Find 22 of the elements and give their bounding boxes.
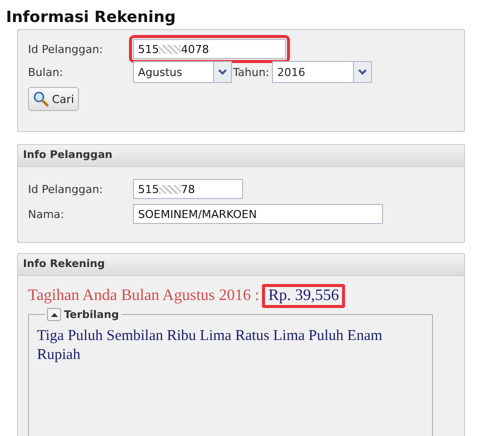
fieldset-legend: Terbilang	[64, 308, 119, 320]
field-label: Bulan:	[28, 66, 64, 78]
collapse-toggle[interactable]	[47, 308, 61, 321]
year-dropdown[interactable]: 2016	[272, 61, 372, 83]
customer-id-field: 515 78	[133, 179, 243, 199]
panel-header: Info Pelanggan	[18, 145, 464, 167]
field-label: Id Pelanggan:	[28, 182, 104, 196]
field-label: Tahun:	[233, 66, 270, 78]
field-label: Nama:	[28, 208, 66, 220]
name-field: SOEMINEM/MARKOEN	[133, 204, 383, 224]
search-button[interactable]: Cari	[28, 87, 79, 111]
search-icon	[33, 91, 49, 107]
chevron-down-icon	[218, 69, 227, 75]
page-title: Informasi Rekening	[6, 7, 177, 27]
amount-in-words: Tiga Puluh Sembilan Ribu Lima Ratus Lima Puluh Enam Rupiah	[37, 327, 384, 365]
panel-header: Info Rekening	[18, 254, 464, 276]
field-label: Id Pelanggan:	[28, 42, 104, 56]
month-dropdown[interactable]: Agustus	[133, 61, 232, 83]
chevron-down-icon	[358, 69, 368, 75]
bill-amount: Rp. 39,556	[262, 284, 345, 308]
caret-icon	[50, 312, 58, 316]
bill-text: Tagihan Anda Bulan Agustus 2016 :	[28, 287, 260, 305]
